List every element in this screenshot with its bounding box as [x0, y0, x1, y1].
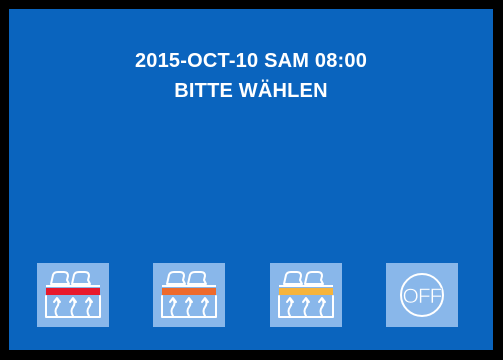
heat-bar-medium [162, 288, 216, 295]
seat-heat-icon [45, 271, 101, 318]
display-screen: 2015-OCT-10 SAM 08:00 BITTE WÄHLEN OFF [9, 9, 493, 350]
heat-bar-high [46, 288, 100, 295]
device-frame: 2015-OCT-10 SAM 08:00 BITTE WÄHLEN OFF [0, 0, 503, 360]
heat-high-button[interactable] [37, 263, 109, 327]
heat-medium-button[interactable] [153, 263, 225, 327]
heat-bar-low [279, 288, 333, 295]
prompt-text: BITTE WÄHLEN [174, 80, 328, 102]
seat-heat-icon [278, 271, 334, 318]
off-icon: OFF [400, 273, 444, 317]
date-time-display: 2015-OCT-10 SAM 08:00 [134, 50, 368, 72]
off-label: OFF [403, 285, 442, 308]
seat-heat-icon [161, 271, 217, 318]
off-button[interactable]: OFF [386, 263, 458, 327]
heat-low-button[interactable] [270, 263, 342, 327]
